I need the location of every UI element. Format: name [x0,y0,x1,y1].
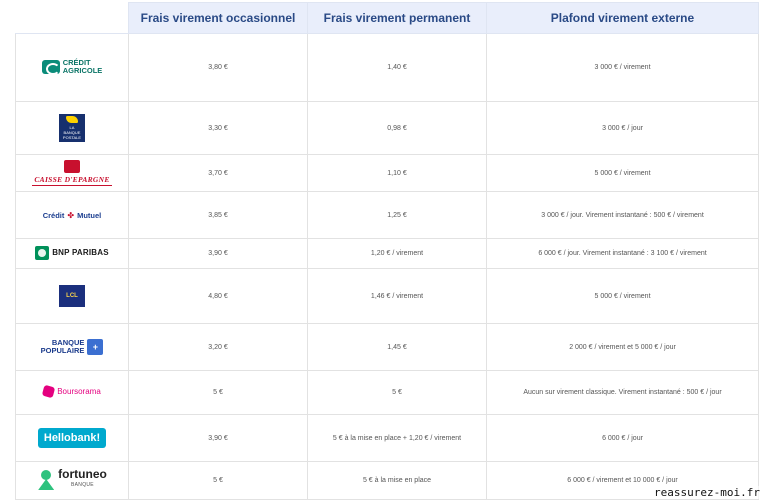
occasional-fee: 3,30 € [128,101,308,155]
permanent-fee: 5 € [307,370,487,415]
credit-agricole-logo-icon [41,60,60,75]
caisse-epargne-logo-icon [64,160,80,173]
permanent-fee: 1,20 € / virement [307,238,487,269]
occasional-fee: 3,70 € [128,154,308,192]
permanent-fee: 1,46 € / virement [307,268,487,324]
hello-bank-logo-icon: Hellobank! [37,428,107,448]
table-row: fortuneo BANQUE 5 € 5 € à la mise en pla… [15,461,759,500]
table-row: LCL 4,80 € 1,46 € / virement 5 000 € / v… [15,268,759,324]
header-external-ceiling: Plafond virement externe [486,2,759,34]
occasional-fee: 3,90 € [128,238,308,269]
bnp-paribas-logo-icon [35,245,50,260]
external-ceiling: 6 000 € / jour [486,414,759,462]
bank-logo-fortuneo: fortuneo BANQUE [15,461,129,500]
bank-logo-credit-agricole: CRÉDIT AGRICOLE [15,33,129,102]
bank-logo-bnp-paribas: BNP PARIBAS [15,238,129,269]
permanent-fee: 5 € à la mise en place + 1,20 € / vireme… [307,414,487,462]
external-ceiling: 3 000 € / jour [486,101,759,155]
external-ceiling: Aucun sur virement classique. Virement i… [486,370,759,415]
watermark: reassurez-moi.fr [654,486,760,499]
bank-logo-banque-postale: LA BANQUE POSTALE [15,101,129,155]
occasional-fee: 3,80 € [128,33,308,102]
external-ceiling: 5 000 € / virement [486,154,759,192]
fortuneo-logo-icon [37,470,55,490]
permanent-fee: 1,25 € [307,191,487,239]
header-occasional-fee: Frais virement occasionnel [128,2,308,34]
bank-logo-boursorama: Boursorama [15,370,129,415]
bank-logo-lcl: LCL [15,268,129,324]
credit-mutuel-logo-icon: ✤ [67,210,75,220]
occasional-fee: 3,85 € [128,191,308,239]
page: Frais virement occasionnel Frais viremen… [0,0,768,502]
banque-populaire-logo-icon: + [87,339,104,355]
permanent-fee: 1,45 € [307,323,487,371]
lcl-logo-icon: LCL [59,285,85,307]
permanent-fee: 0,98 € [307,101,487,155]
external-ceiling: 3 000 € / virement [486,33,759,102]
table-row: BNP PARIBAS 3,90 € 1,20 € / virement 6 0… [15,238,759,269]
external-ceiling: 6 000 € / jour. Virement instantané : 3 … [486,238,759,269]
table-row: CRÉDIT AGRICOLE 3,80 € 1,40 € 3 000 € / … [15,33,759,102]
table-row: Hellobank! 3,90 € 5 € à la mise en place… [15,414,759,462]
external-ceiling: 5 000 € / virement [486,268,759,324]
header-bank [15,2,129,34]
boursorama-logo-icon [41,384,56,399]
table-row: BANQUE POPULAIRE + 3,20 € 1,45 € 2 000 €… [15,323,759,371]
bank-logo-banque-populaire: BANQUE POPULAIRE + [15,323,129,371]
occasional-fee: 5 € [128,370,308,415]
permanent-fee: 1,10 € [307,154,487,192]
external-ceiling: 2 000 € / virement et 5 000 € / jour [486,323,759,371]
table-row: Crédit ✤ Mutuel 3,85 € 1,25 € 3 000 € / … [15,191,759,239]
bank-logo-hello-bank: Hellobank! [15,414,129,462]
occasional-fee: 5 € [128,461,308,500]
bank-transfer-fees-table: Frais virement occasionnel Frais viremen… [15,2,759,500]
table-row: CAISSE D'EPARGNE 3,70 € 1,10 € 5 000 € /… [15,154,759,192]
bank-logo-credit-mutuel: Crédit ✤ Mutuel [15,191,129,239]
header-permanent-fee: Frais virement permanent [307,2,487,34]
occasional-fee: 3,90 € [128,414,308,462]
occasional-fee: 3,20 € [128,323,308,371]
table-row: LA BANQUE POSTALE 3,30 € 0,98 € 3 000 € … [15,101,759,155]
banque-postale-logo-icon: LA BANQUE POSTALE [59,114,85,142]
occasional-fee: 4,80 € [128,268,308,324]
external-ceiling: 3 000 € / jour. Virement instantané : 50… [486,191,759,239]
table-header-row: Frais virement occasionnel Frais viremen… [15,2,759,34]
bank-logo-caisse-epargne: CAISSE D'EPARGNE [15,154,129,192]
permanent-fee: 5 € à la mise en place [307,461,487,500]
table-row: Boursorama 5 € 5 € Aucun sur virement cl… [15,370,759,415]
permanent-fee: 1,40 € [307,33,487,102]
